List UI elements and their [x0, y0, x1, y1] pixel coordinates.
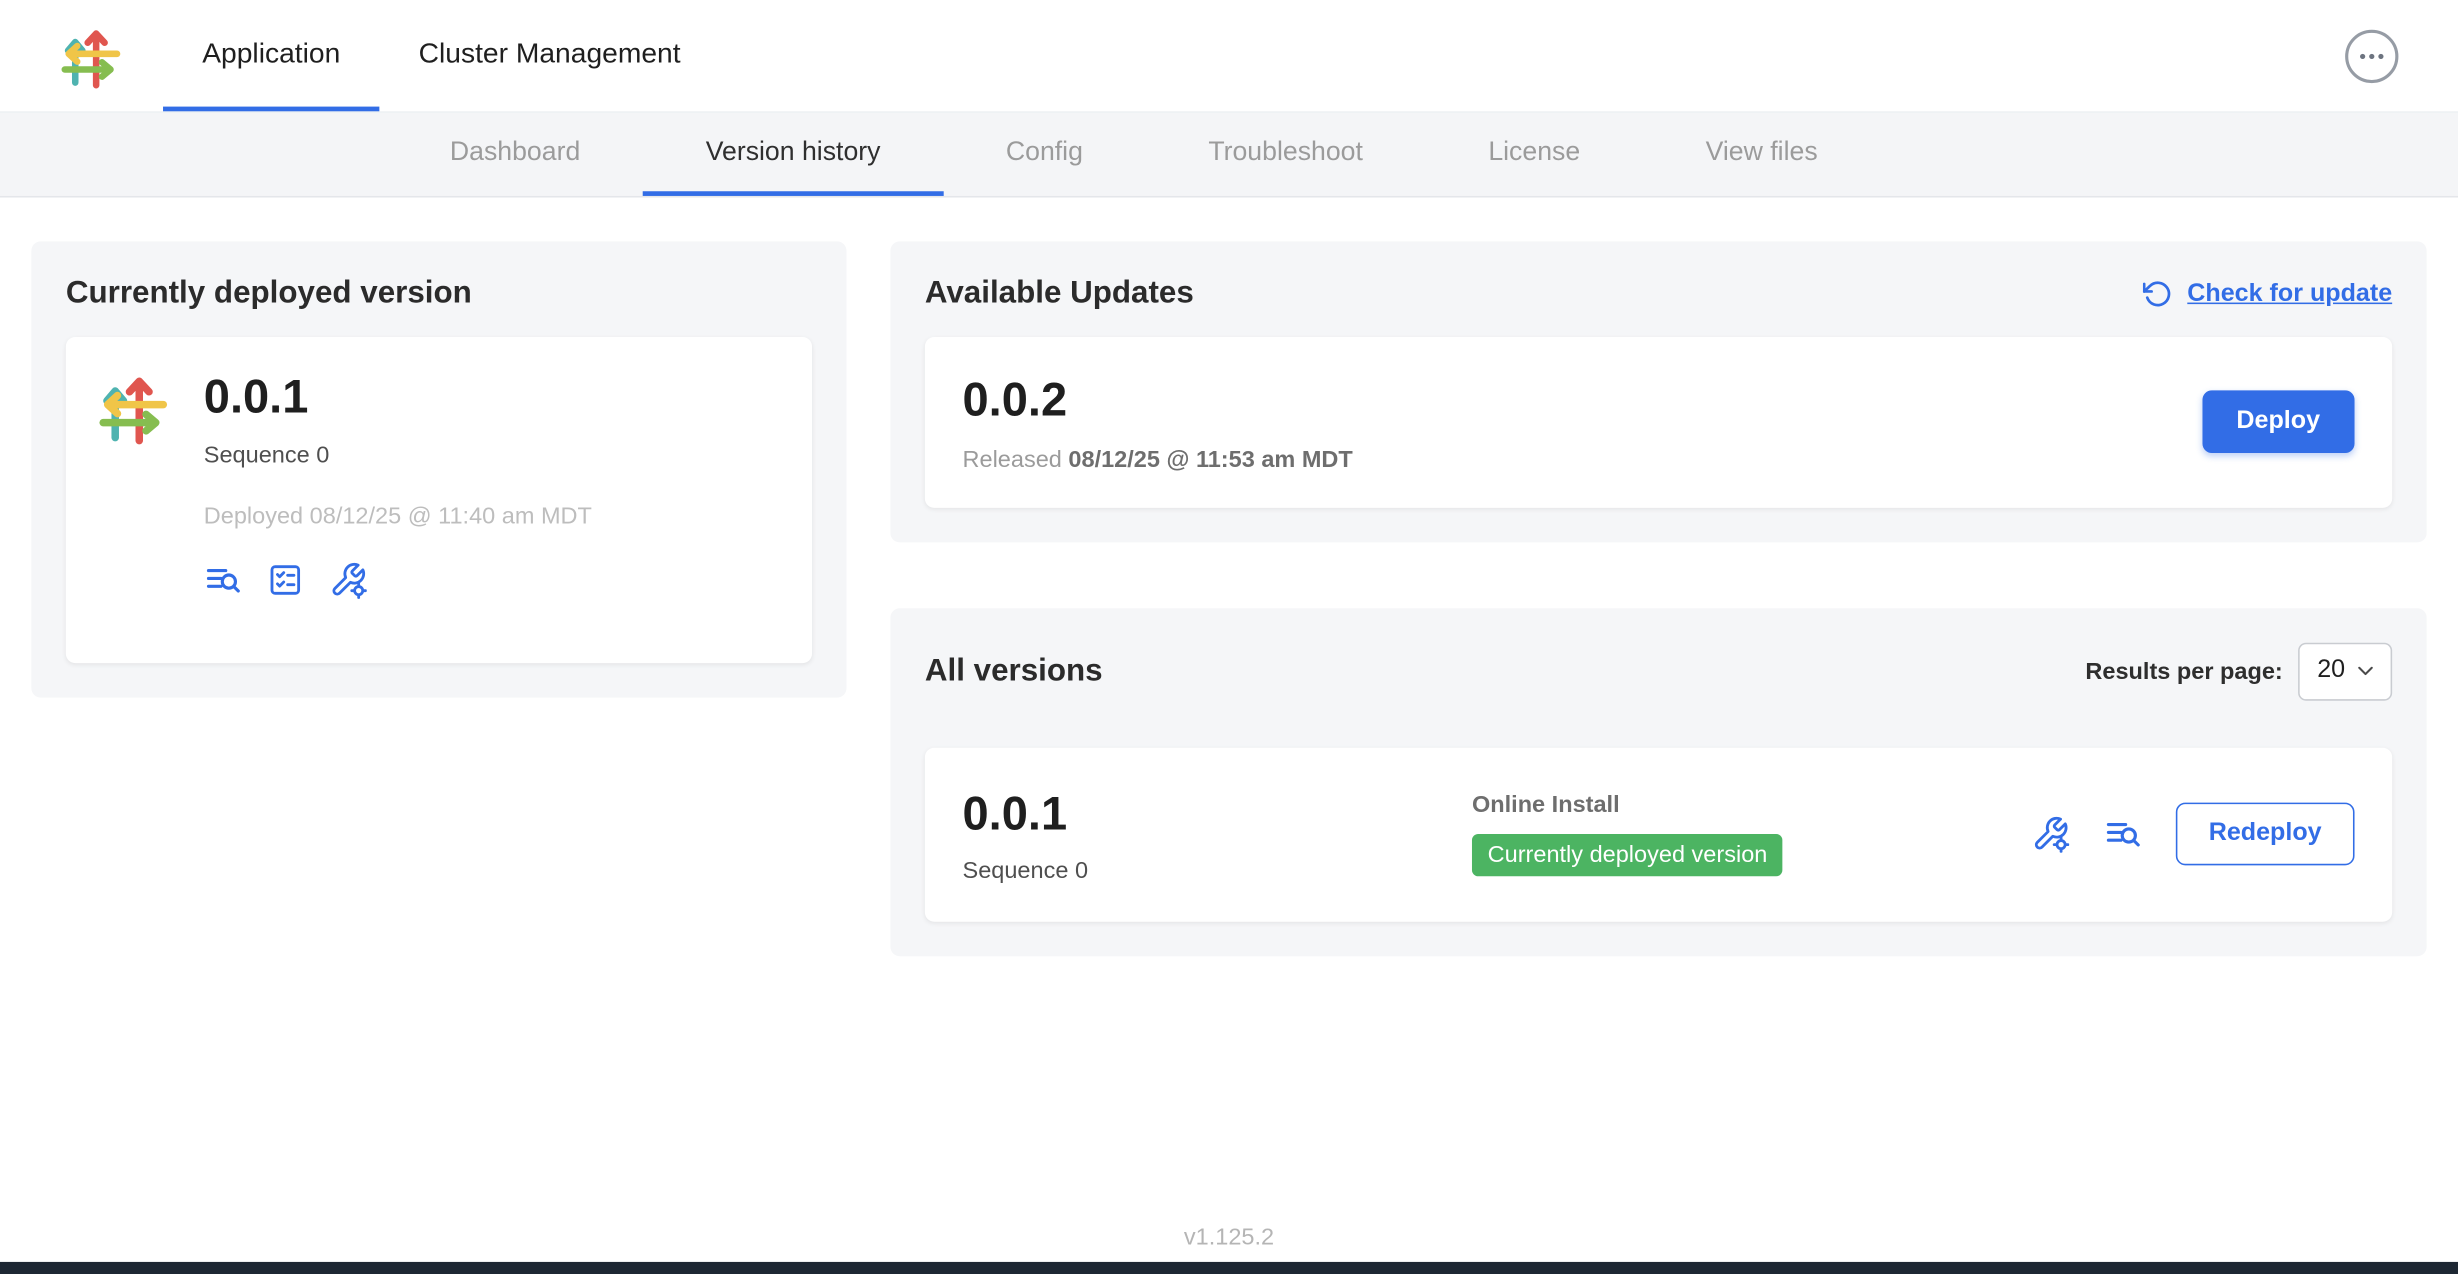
page: Application Cluster Management Dashboard… [0, 0, 2458, 1274]
tab-troubleshoot[interactable]: Troubleshoot [1146, 113, 1426, 196]
version-row-status: Online Install Currently deployed versio… [1472, 792, 1783, 877]
app-logo-icon [60, 21, 123, 90]
deployed-version-number: 0.0.1 [204, 368, 592, 427]
deployed-timestamp: Deployed 08/12/25 @ 11:40 am MDT [204, 502, 592, 529]
released-timestamp: 08/12/25 @ 11:53 am MDT [1068, 446, 1352, 473]
edit-config-wrench-gear-icon[interactable] [329, 560, 367, 598]
row-sequence: Sequence 0 [963, 857, 1472, 884]
tab-view-files-label: View files [1706, 136, 1818, 167]
results-per-page-label: Results per page: [2085, 658, 2282, 685]
overflow-menu-button[interactable] [2345, 29, 2398, 82]
tab-config[interactable]: Config [943, 113, 1145, 196]
version-row-info: 0.0.1 Sequence 0 [963, 785, 1472, 885]
tab-troubleshoot-label: Troubleshoot [1208, 136, 1363, 167]
currently-deployed-card: Currently deployed version 0.0.1 Sequenc… [31, 241, 846, 697]
released-prefix: Released [963, 446, 1062, 473]
row-view-logs-icon[interactable] [2104, 816, 2142, 854]
deploy-button[interactable]: Deploy [2202, 391, 2355, 454]
right-column: Available Updates Check for update 0.0.2… [890, 241, 2426, 956]
available-updates-title: Available Updates [925, 276, 1194, 312]
tab-cluster-management-label: Cluster Management [419, 37, 681, 70]
tab-license[interactable]: License [1426, 113, 1643, 196]
tab-version-history[interactable]: Version history [643, 113, 943, 196]
available-updates-section: Available Updates Check for update 0.0.2… [890, 241, 2426, 541]
results-per-page-select[interactable]: 20 [2298, 642, 2392, 700]
deployed-version-card: 0.0.1 Sequence 0 Deployed 08/12/25 @ 11:… [66, 337, 812, 663]
update-released-line: Released 08/12/25 @ 11:53 am MDT [963, 446, 1353, 473]
tab-application[interactable]: Application [163, 0, 379, 111]
deployed-actions [204, 560, 592, 598]
update-info: 0.0.2 Released 08/12/25 @ 11:53 am MDT [963, 372, 1353, 473]
version-row-actions: Redeploy [2032, 803, 2355, 866]
view-logs-icon[interactable] [204, 560, 242, 598]
check-for-update-label: Check for update [2187, 280, 2392, 308]
all-versions-title: All versions [925, 653, 1103, 689]
tab-config-label: Config [1006, 136, 1083, 167]
topnav-spacer [720, 0, 2345, 111]
results-per-page: Results per page: 20 [2085, 642, 2392, 700]
all-versions-section: All versions Results per page: 20 0.0. [890, 607, 2426, 956]
row-edit-config-wrench-gear-icon[interactable] [2032, 816, 2070, 854]
main-content: Currently deployed version 0.0.1 Sequenc… [0, 198, 2458, 957]
deployed-version-info: 0.0.1 Sequence 0 Deployed 08/12/25 @ 11:… [204, 368, 592, 631]
app-logo-icon [97, 368, 169, 446]
refresh-icon [2143, 279, 2173, 309]
preflight-checklist-icon[interactable] [266, 560, 304, 598]
currently-deployed-badge: Currently deployed version [1472, 834, 1783, 876]
tab-cluster-management[interactable]: Cluster Management [379, 0, 719, 111]
top-nav: Application Cluster Management [0, 0, 2458, 113]
tab-license-label: License [1488, 136, 1580, 167]
check-for-update-link[interactable]: Check for update [2143, 279, 2392, 309]
top-tabs: Application Cluster Management [163, 0, 720, 111]
update-version-number: 0.0.2 [963, 372, 1353, 431]
version-row: 0.0.1 Sequence 0 Online Install Currentl… [925, 747, 2392, 922]
update-row: 0.0.2 Released 08/12/25 @ 11:53 am MDT D… [925, 337, 2392, 507]
bottom-strip [0, 1262, 2458, 1274]
tab-application-label: Application [202, 37, 340, 70]
currently-deployed-title: Currently deployed version [66, 276, 812, 312]
install-type: Online Install [1472, 792, 1783, 819]
tab-view-files[interactable]: View files [1643, 113, 1880, 196]
all-versions-header: All versions Results per page: 20 [925, 642, 2392, 700]
results-per-page-value: 20 [2317, 657, 2345, 685]
chevron-down-icon [2353, 658, 2378, 683]
tab-version-history-label: Version history [706, 136, 881, 167]
app-subnav: Dashboard Version history Config Trouble… [0, 113, 2458, 198]
deployed-sequence: Sequence 0 [204, 441, 592, 468]
ellipsis-icon [2356, 40, 2387, 71]
tab-dashboard[interactable]: Dashboard [387, 113, 643, 196]
tab-dashboard-label: Dashboard [450, 136, 580, 167]
console-version: v1.125.2 [0, 1224, 2458, 1251]
redeploy-button[interactable]: Redeploy [2176, 803, 2355, 866]
app-logo [60, 0, 123, 111]
left-column: Currently deployed version 0.0.1 Sequenc… [31, 241, 846, 697]
available-updates-header: Available Updates Check for update [925, 276, 2392, 312]
row-version-number: 0.0.1 [963, 785, 1472, 844]
